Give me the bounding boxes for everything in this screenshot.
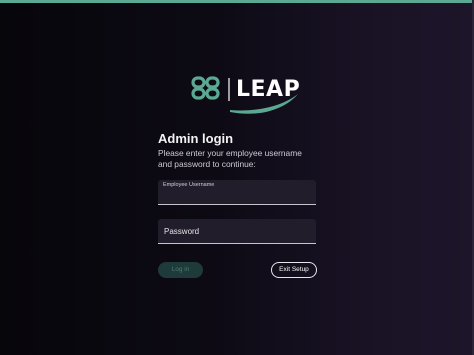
login-button[interactable]: Log in	[158, 262, 203, 278]
password-label: Password	[164, 227, 200, 236]
username-input[interactable]	[163, 190, 311, 202]
username-field[interactable]: Employee Username	[158, 180, 316, 205]
username-label: Employee Username	[163, 182, 215, 188]
password-field[interactable]: Password	[158, 219, 316, 244]
brand-name: LEAP	[236, 77, 301, 102]
exit-setup-button[interactable]: Exit Setup	[271, 262, 317, 278]
page-title: Admin login	[158, 131, 234, 146]
login-instructions: Please enter your employee username and …	[158, 148, 302, 169]
top-accent-bar	[0, 0, 474, 3]
brand-logo: LEAP	[190, 74, 302, 118]
